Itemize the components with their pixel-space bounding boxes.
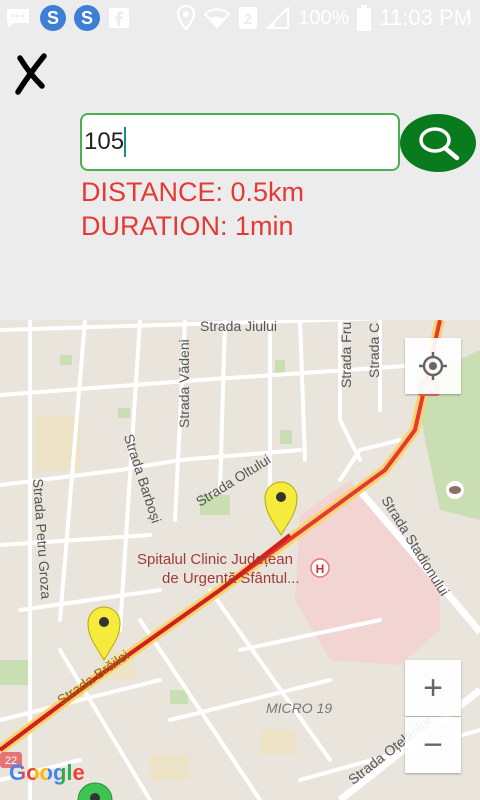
google-attribution: Google <box>9 760 85 785</box>
google-logo: Google <box>9 760 85 786</box>
minus-icon: − <box>423 725 443 764</box>
battery-icon <box>357 5 372 31</box>
zoom-out-button[interactable]: − <box>405 717 461 773</box>
sim-number: 2 <box>244 11 252 28</box>
battery-percent: 100% <box>298 6 350 29</box>
duration-text: DURATION: 1min <box>81 211 294 241</box>
search-icon <box>419 127 460 161</box>
status-bar: S S 2 100% 11:03 PM <box>0 0 480 36</box>
street-label: Strada Jiului <box>200 320 278 334</box>
wifi-icon <box>204 7 231 29</box>
signal-icon <box>266 7 290 29</box>
plus-icon: + <box>423 668 443 707</box>
status-bar-system: 2 100% 11:03 PM <box>176 0 472 36</box>
close-x-icon <box>15 53 47 95</box>
skype-icon: S <box>40 5 66 31</box>
search-input[interactable] <box>80 113 400 171</box>
chat-bubble-icon <box>4 6 32 30</box>
distance-text: DISTANCE: 0.5km <box>81 177 305 207</box>
location-pin-icon <box>176 5 196 31</box>
search-button[interactable] <box>400 114 476 172</box>
stadium-icon <box>446 481 464 499</box>
street-label: Strada Vădeni <box>176 339 192 428</box>
my-location-button[interactable] <box>405 338 461 394</box>
status-bar-notifications: S S <box>0 0 130 36</box>
app-screen: S S 2 100% 11:03 PM 105 DISTANCE: 0.5km … <box>0 0 480 800</box>
text-cursor <box>124 127 126 157</box>
skype-icon: S <box>74 5 100 31</box>
hospital-marker-icon: H <box>310 558 330 578</box>
hospital-label: de Urgență Sfântul... <box>162 570 300 587</box>
street-label: Strada Fru <box>338 321 354 388</box>
district-label: MICRO 19 <box>266 700 333 716</box>
sim-2-icon: 2 <box>238 6 258 30</box>
svg-text:H: H <box>316 562 325 576</box>
hospital-label: Spitalul Clinic Județean <box>137 551 293 568</box>
close-button[interactable] <box>12 52 52 96</box>
zoom-in-button[interactable]: + <box>405 660 461 716</box>
facebook-icon <box>108 7 130 29</box>
clock: 11:03 PM <box>379 5 472 30</box>
street-label: Strada C <box>366 322 382 378</box>
crosshair-icon <box>419 352 447 380</box>
